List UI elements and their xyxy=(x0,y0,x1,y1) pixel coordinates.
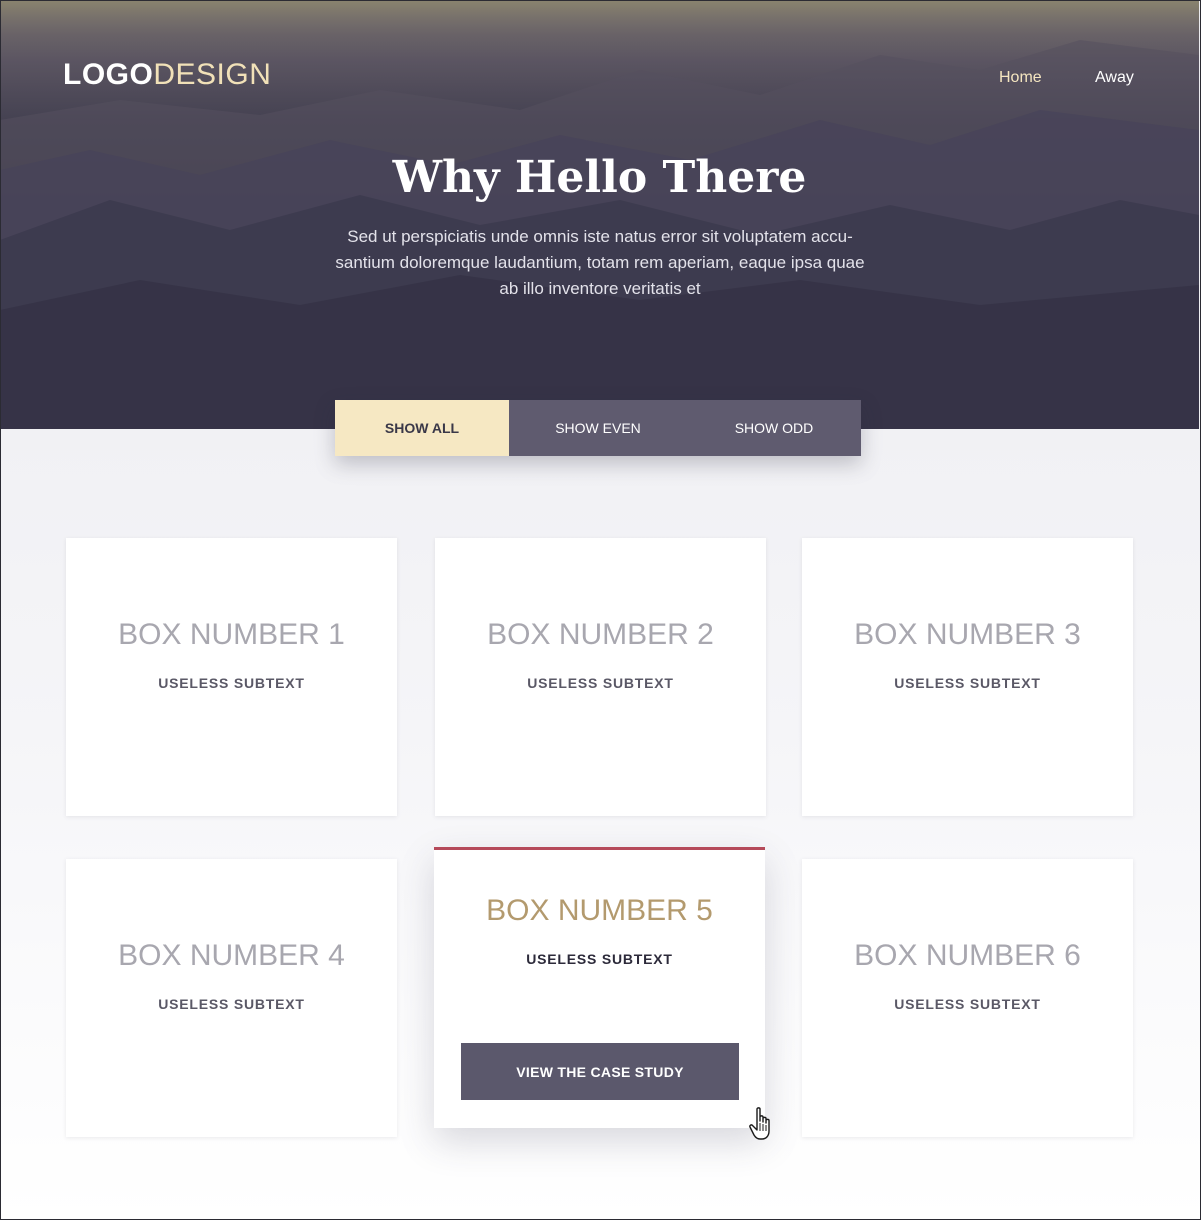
tab-show-even[interactable]: SHOW EVEN xyxy=(509,400,687,456)
box-title: BOX NUMBER 4 xyxy=(118,939,345,972)
box-subtitle: USELESS SUBTEXT xyxy=(894,675,1041,691)
box-title: BOX NUMBER 6 xyxy=(854,939,1081,972)
filter-tabs: SHOW ALL SHOW EVEN SHOW ODD xyxy=(335,400,861,456)
box-card-6[interactable]: BOX NUMBER 6 USELESS SUBTEXT xyxy=(802,859,1133,1137)
box-subtitle: USELESS SUBTEXT xyxy=(158,675,305,691)
tab-show-all[interactable]: SHOW ALL xyxy=(335,400,509,456)
box-card-4[interactable]: BOX NUMBER 4 USELESS SUBTEXT xyxy=(66,859,397,1137)
logo-bold-text: LOGO xyxy=(63,58,154,91)
hero-banner: LOGODESIGN Home Away Why Hello There Sed… xyxy=(0,0,1199,429)
view-case-study-button[interactable]: VIEW THE CASE STUDY xyxy=(461,1043,739,1100)
box-subtitle: USELESS SUBTEXT xyxy=(894,996,1041,1012)
box-card-2[interactable]: BOX NUMBER 2 USELESS SUBTEXT xyxy=(435,538,766,816)
nav-link-away[interactable]: Away xyxy=(1095,69,1134,87)
nav-link-home[interactable]: Home xyxy=(999,69,1042,87)
box-subtitle: USELESS SUBTEXT xyxy=(158,996,305,1012)
logo-light-text: DESIGN xyxy=(153,58,272,91)
box-title: BOX NUMBER 5 xyxy=(486,894,713,927)
box-card-5-highlighted[interactable]: BOX NUMBER 5 USELESS SUBTEXT VIEW THE CA… xyxy=(434,847,765,1128)
box-card-1[interactable]: BOX NUMBER 1 USELESS SUBTEXT xyxy=(66,538,397,816)
hero-lead-text: Sed ut perspiciatis unde omnis iste natu… xyxy=(335,227,865,298)
hero-title: Why Hello There xyxy=(392,152,807,203)
box-title: BOX NUMBER 2 xyxy=(487,618,714,651)
box-card-3[interactable]: BOX NUMBER 3 USELESS SUBTEXT xyxy=(802,538,1133,816)
box-title: BOX NUMBER 3 xyxy=(854,618,1081,651)
hand-pointer-cursor-icon xyxy=(749,1107,770,1140)
box-subtitle: USELESS SUBTEXT xyxy=(527,675,674,691)
box-subtitle: USELESS SUBTEXT xyxy=(526,951,673,967)
box-title: BOX NUMBER 1 xyxy=(118,618,345,651)
site-logo[interactable]: LOGODESIGN xyxy=(63,58,271,92)
tab-show-odd[interactable]: SHOW ODD xyxy=(687,400,861,456)
